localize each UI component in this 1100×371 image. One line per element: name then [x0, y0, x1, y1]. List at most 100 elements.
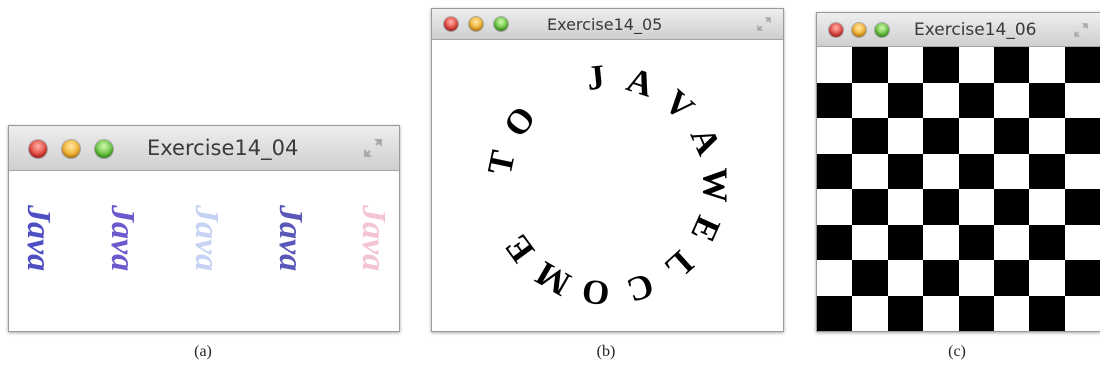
board-square	[993, 260, 1030, 296]
board-square	[993, 47, 1030, 83]
circle-letter: C	[622, 265, 658, 310]
circular-text-canvas: WELCOMETOJ AVA	[480, 57, 735, 314]
circle-letter: V	[657, 82, 702, 128]
board-square	[887, 295, 924, 331]
minimize-button[interactable]	[852, 23, 866, 37]
circle-letter: W	[696, 168, 735, 203]
board-square	[1029, 295, 1066, 331]
caption-a: (a)	[194, 343, 212, 360]
board-square	[958, 224, 995, 261]
board-square	[1029, 118, 1066, 154]
java-canvas: Java Java Java Java Java	[9, 171, 399, 331]
board-square	[887, 153, 924, 190]
board-square	[993, 82, 1030, 119]
board-square	[958, 118, 995, 154]
zoom-button[interactable]	[95, 140, 113, 158]
fullscreen-icon[interactable]	[361, 136, 385, 160]
board-square	[1064, 153, 1100, 190]
board-square	[852, 260, 889, 296]
board-square	[1029, 82, 1066, 119]
circle-letter: T	[480, 147, 523, 178]
board-square	[852, 153, 889, 190]
board-square	[887, 224, 924, 261]
circle-letter: O	[580, 272, 611, 314]
window-title: Exercise14_05	[547, 15, 663, 34]
board-square	[1064, 47, 1100, 83]
board-square	[817, 260, 853, 296]
java-text: Java	[272, 205, 309, 272]
board-square	[817, 47, 853, 83]
circle-letter: J	[585, 57, 606, 98]
board-square	[887, 118, 924, 154]
board-square	[1029, 260, 1066, 296]
board-square	[852, 82, 889, 119]
board-square	[1029, 47, 1066, 83]
titlebar: Exercise14_06	[817, 13, 1100, 47]
board-square	[923, 295, 959, 331]
titlebar: Exercise14_04	[9, 126, 399, 171]
circle-letter: O	[496, 99, 544, 144]
board-square	[1064, 189, 1100, 225]
board-square	[817, 295, 853, 331]
board-square	[887, 189, 924, 225]
board-square	[817, 118, 853, 154]
titlebar: Exercise14_05	[432, 9, 783, 40]
board-square	[958, 260, 995, 296]
board-square	[993, 224, 1030, 261]
caption-c: (c)	[948, 343, 966, 360]
board-square	[887, 47, 924, 83]
fullscreen-icon[interactable]	[755, 15, 773, 33]
minimize-button[interactable]	[469, 17, 483, 31]
board-square	[1064, 295, 1100, 331]
board-square	[958, 189, 995, 225]
window-title: Exercise14_04	[147, 136, 299, 160]
board-square	[923, 118, 959, 154]
board-square	[1064, 260, 1100, 296]
board-square	[817, 82, 853, 119]
board-square	[817, 153, 853, 190]
circle-letter: E	[683, 210, 728, 247]
board-square	[1029, 224, 1066, 261]
board-square	[1029, 153, 1066, 190]
board-square	[817, 189, 853, 225]
java-text: Java	[104, 205, 141, 272]
zoom-button[interactable]	[875, 23, 889, 37]
board-square	[1029, 189, 1066, 225]
circle-letter: L	[658, 243, 701, 288]
board-square	[852, 118, 889, 154]
window-title: Exercise14_06	[914, 20, 1037, 40]
circle-letter: A	[683, 122, 729, 162]
checkerboard	[817, 47, 1100, 331]
close-button[interactable]	[829, 23, 843, 37]
board-square	[923, 153, 959, 190]
board-square	[993, 295, 1030, 331]
close-button[interactable]	[29, 140, 47, 158]
board-square	[887, 260, 924, 296]
java-text: Java	[355, 205, 392, 272]
board-square	[923, 189, 959, 225]
fullscreen-icon[interactable]	[1072, 21, 1090, 39]
close-button[interactable]	[444, 17, 458, 31]
board-square	[958, 47, 995, 83]
window-exercise14-06: Exercise14_06	[816, 12, 1100, 332]
board-square	[958, 82, 995, 119]
caption-b: (b)	[596, 343, 616, 360]
board-square	[852, 47, 889, 83]
board-square	[993, 118, 1030, 154]
java-text: Java	[188, 205, 225, 272]
board-square	[958, 295, 995, 331]
board-square	[993, 153, 1030, 190]
board-square	[852, 295, 889, 331]
minimize-button[interactable]	[62, 140, 80, 158]
board-square	[923, 260, 959, 296]
zoom-button[interactable]	[494, 17, 508, 31]
circle-letter: A	[622, 60, 659, 105]
circle-letter: E	[497, 228, 542, 270]
board-square	[887, 82, 924, 119]
board-square	[923, 82, 959, 119]
java-text: Java	[20, 205, 57, 272]
board-square	[923, 224, 959, 261]
board-square	[852, 224, 889, 261]
window-exercise14-05: Exercise14_05 WELCOMETOJAVA	[431, 8, 784, 332]
board-square	[852, 189, 889, 225]
